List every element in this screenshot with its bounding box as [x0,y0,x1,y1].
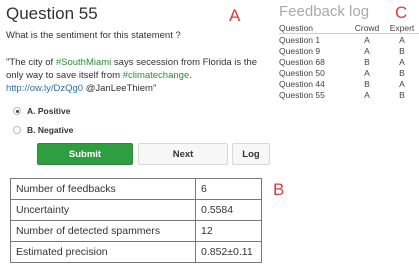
row-expert: B [399,89,405,100]
hashtag-link[interactable]: #SouthMiami [56,57,111,68]
next-button[interactable]: Next [138,143,228,165]
radio-button[interactable] [13,126,21,134]
row-question: Question 44 [279,78,325,89]
table-row: Question 1 A A [279,34,419,46]
stats-row-feedbacks: Number of feedbacks 6 [10,178,262,200]
table-row: Question 50 A B [279,67,419,78]
question-prompt: What is the sentiment for this statement… [6,30,181,41]
row-crowd: A [364,67,370,78]
row-question: Question 55 [279,89,325,100]
row-expert: A [399,78,405,89]
option-b[interactable]: B. Negative [13,123,73,137]
tweet-text-part: "The city of [6,57,56,68]
tweet-text-part: @JanLeeThiem" [83,83,157,94]
panel-label-a: A [229,6,241,25]
question-title: Question 55 [6,4,98,23]
panel-label-b: B [273,180,285,199]
panel-label-c: C [395,3,408,22]
stats-row-precision: Estimated precision 0.852±0.11 [10,241,262,263]
tweet-url-link[interactable]: http://ow.ly/DzQg0 [6,83,83,94]
row-crowd: A [364,45,370,56]
option-label: B. Negative [27,125,74,135]
stat-value: 6 [195,178,262,200]
stat-value: 0.5584 [195,199,262,221]
stats-row-uncertainty: Uncertainty 0.5584 [10,199,262,221]
row-crowd: B [364,56,370,67]
table-row: Question 55 A B [279,89,419,100]
log-button[interactable]: Log [232,143,270,165]
option-label: A. Positive [27,106,71,116]
feedback-log-title: Feedback log [279,3,370,20]
row-question: Question 50 [279,67,325,78]
feedback-log-table: Question Crowd Expert Question 1 A A Que… [279,22,419,100]
table-row: Question 68 B A [279,56,419,67]
row-crowd: A [364,89,370,100]
radio-button-selected[interactable] [13,107,21,115]
row-expert: B [399,45,405,56]
column-header-question: Question [279,22,349,34]
stat-label: Number of feedbacks [10,178,196,200]
stat-value: 0.852±0.11 [195,241,262,263]
row-question: Question 1 [279,34,321,45]
row-expert: A [399,56,405,67]
table-row: Question 44 B A [279,78,419,89]
stat-label: Uncertainty [10,199,196,221]
row-expert: A [399,34,405,45]
stat-value: 12 [195,220,262,242]
hashtag-link[interactable]: #climatechange [123,70,190,81]
feedback-log-header-row: Question Crowd Expert [279,22,419,34]
tweet-text-part: . [189,70,192,81]
row-expert: B [399,67,405,78]
stat-label: Number of detected spammers [10,220,196,242]
option-a[interactable]: A. Positive [13,104,70,118]
row-question: Question 68 [279,56,325,67]
table-row: Question 9 A B [279,45,419,56]
row-crowd: B [364,78,370,89]
column-header-expert: Expert [385,22,419,34]
stats-table: Number of feedbacks 6 Uncertainty 0.5584… [10,178,262,263]
tweet-text: "The city of #SouthMiami says secession … [6,56,276,95]
submit-button[interactable]: Submit [37,143,133,165]
column-header-crowd: Crowd [349,22,385,34]
stats-row-spammers: Number of detected spammers 12 [10,220,262,242]
stat-label: Estimated precision [10,241,196,263]
row-question: Question 9 [279,45,321,56]
row-crowd: A [364,34,370,45]
